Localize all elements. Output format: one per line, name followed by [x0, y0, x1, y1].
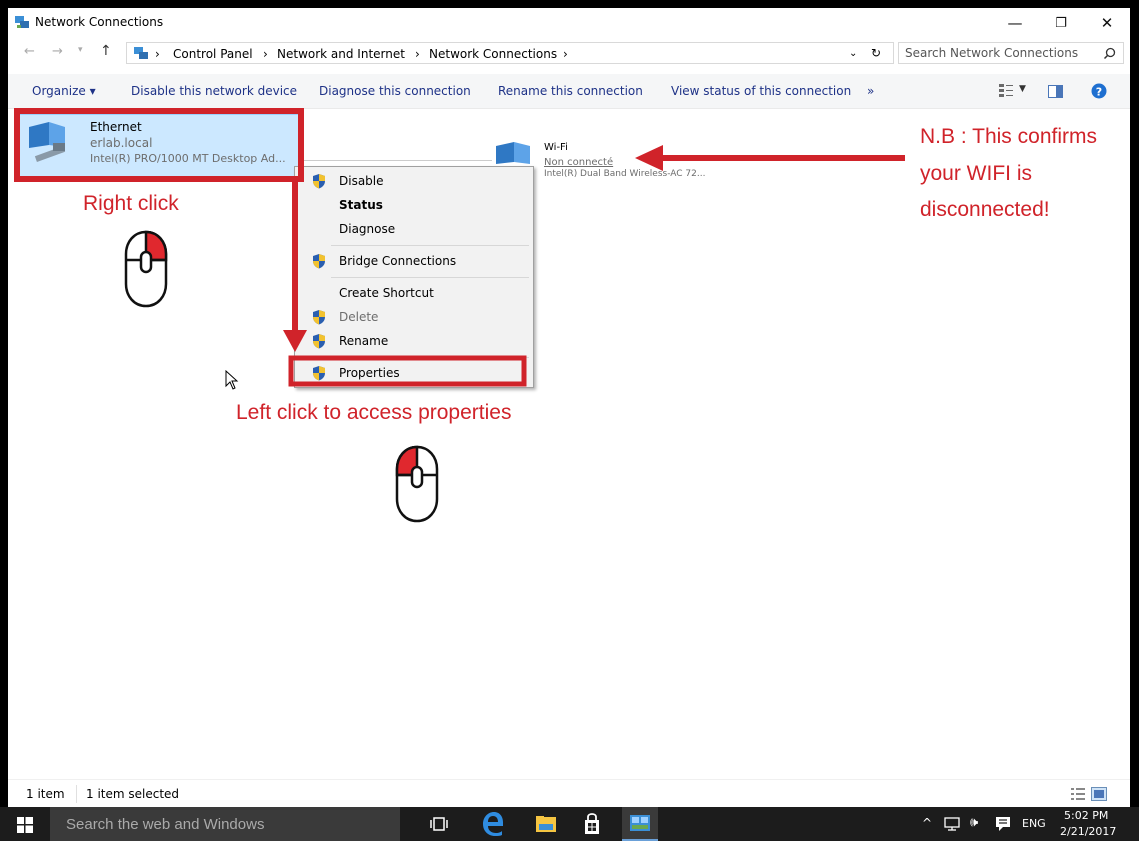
taskbar-active-app[interactable] — [622, 807, 658, 841]
show-hidden-icons-icon[interactable]: ^ — [922, 816, 932, 830]
taskbar: Search the web and Windows ^ 🕪 ENG 5:02 … — [0, 807, 1139, 841]
details-view-icon[interactable] — [1071, 788, 1085, 800]
taskbar-search-box[interactable]: Search the web and Windows — [50, 807, 400, 841]
status-divider — [76, 785, 77, 803]
windows-start-icon[interactable] — [17, 817, 33, 833]
note-annotation-line1: N.B : This confirms — [920, 125, 1097, 148]
properties-highlight-box — [288, 355, 527, 387]
annotation-overlay — [14, 108, 905, 387]
large-icons-view-icon[interactable] — [1091, 787, 1107, 801]
mouse-right-click-icon — [124, 230, 168, 308]
taskbar-search-placeholder: Search the web and Windows — [66, 816, 265, 833]
volume-icon[interactable]: 🕪 — [970, 815, 978, 830]
network-tray-icon[interactable] — [944, 817, 962, 831]
note-annotation-line2: your WIFI is — [920, 162, 1033, 185]
note-annotation-line3: disconnected! — [920, 198, 1050, 221]
clock-time[interactable]: 5:02 PM — [1064, 809, 1108, 822]
file-explorer-icon[interactable] — [535, 815, 557, 833]
network-connections-window: Network Connections — ❐ ✕ ← → ▾ ↑ › Cont… — [8, 8, 1130, 808]
status-bar: 1 item 1 item selected — [8, 779, 1130, 808]
clock-date[interactable]: 2/21/2017 — [1060, 825, 1116, 838]
action-center-icon[interactable] — [995, 816, 1011, 832]
input-language[interactable]: ENG — [1022, 817, 1046, 830]
selected-count: 1 item selected — [86, 787, 180, 801]
right-click-annotation: Right click — [83, 192, 179, 215]
task-view-icon[interactable] — [430, 817, 448, 831]
left-arrow-head — [635, 145, 663, 171]
edge-browser-icon[interactable] — [482, 812, 504, 836]
store-icon[interactable] — [582, 813, 602, 835]
left-click-annotation: Left click to access properties — [236, 401, 512, 424]
item-count: 1 item — [26, 787, 65, 801]
mouse-left-click-icon — [395, 445, 439, 523]
ethernet-highlight-box — [14, 108, 304, 182]
network-connections-app-icon — [630, 815, 650, 831]
down-arrow-head — [283, 330, 307, 352]
